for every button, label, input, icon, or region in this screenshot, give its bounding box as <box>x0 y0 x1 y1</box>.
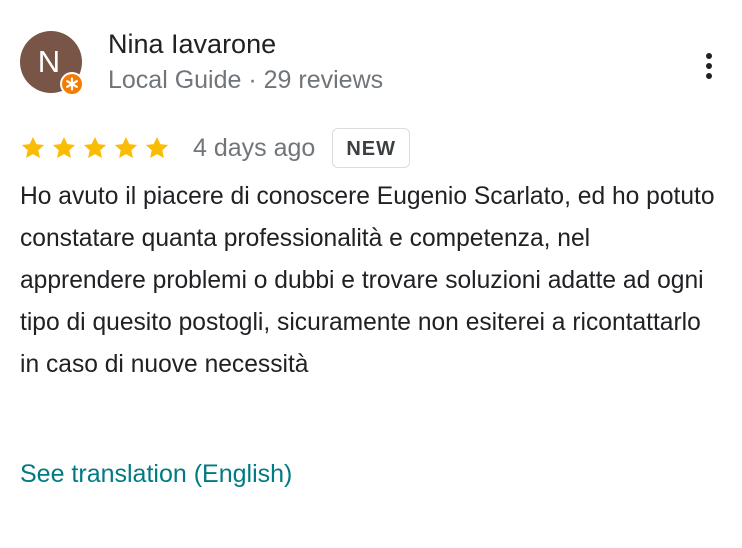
local-guide-badge-icon <box>60 72 84 96</box>
see-translation-link[interactable]: See translation (English) <box>20 456 292 492</box>
more-vert-icon <box>706 53 712 79</box>
star-rating <box>20 135 175 161</box>
star-icon <box>145 136 169 158</box>
star-icon <box>21 136 45 158</box>
star-icon <box>114 136 138 158</box>
avatar-initial: N <box>37 44 61 79</box>
new-badge: NEW <box>332 128 410 168</box>
more-options-button[interactable] <box>694 46 724 86</box>
rating-row: 4 days ago NEW <box>20 127 410 169</box>
star-icon <box>83 136 107 158</box>
reviewer-name[interactable]: Nina Iavarone <box>108 27 276 61</box>
star-icon <box>52 136 76 158</box>
reviewer-subtitle[interactable]: Local Guide · 29 reviews <box>108 64 383 96</box>
review-date: 4 days ago <box>193 133 316 162</box>
review-card: N Nina Iavarone Local Guide · 29 reviews… <box>0 0 742 548</box>
review-text: Ho avuto il piacere di conoscere Eugenio… <box>20 183 715 378</box>
avatar[interactable]: N <box>20 31 84 96</box>
